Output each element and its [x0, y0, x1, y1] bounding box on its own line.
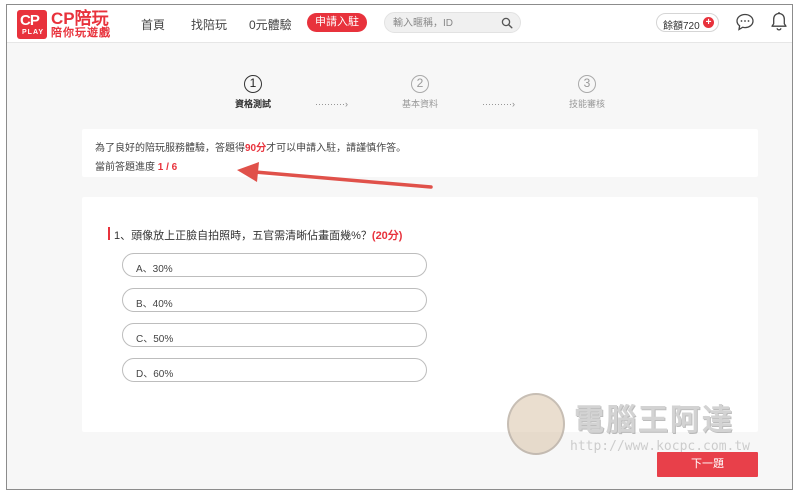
browser-frame: CP PLAY CP陪玩 陪你玩遊戲 首頁 找陪玩 0元體驗 申請入駐 餘額72…	[6, 4, 793, 490]
nav-free-trial[interactable]: 0元體驗	[249, 16, 292, 33]
nav-find-companion[interactable]: 找陪玩	[191, 16, 227, 33]
top-navbar: CP PLAY CP陪玩 陪你玩遊戲 首頁 找陪玩 0元體驗 申請入駐 餘額72…	[7, 5, 792, 43]
step-2-label: 基本資料	[401, 99, 438, 109]
step-connector: ··········›	[482, 99, 515, 109]
step-3-number: 3	[578, 75, 596, 93]
progress-count: 1 / 6	[157, 162, 178, 173]
annotation-arrow	[237, 162, 433, 189]
answer-option-c[interactable]: C、50%	[122, 323, 427, 347]
balance-pill[interactable]: 餘額720 +	[656, 13, 719, 32]
notice-text: 為了良好的陪玩服務體驗，答題得	[95, 143, 245, 154]
question-body: 1、頭像放上正臉自拍照時，五官需清晰佔畫面幾%？	[114, 230, 372, 242]
step-1-number: 1	[244, 75, 262, 93]
answer-option-b[interactable]: B、40%	[122, 288, 427, 312]
add-balance-icon[interactable]: +	[703, 17, 714, 28]
logo-badge-text: CP	[20, 12, 40, 30]
option-label: C、50%	[136, 334, 174, 345]
step-2-number: 2	[411, 75, 429, 93]
answer-option-a[interactable]: A、30%	[122, 253, 427, 277]
question-marker	[108, 227, 110, 240]
logo[interactable]: CP PLAY CP陪玩 陪你玩遊戲	[17, 10, 111, 40]
notice-progress: 當前答題進度 1 / 6	[95, 158, 177, 173]
watermark-title: 電腦王阿達	[574, 404, 734, 437]
next-question-button[interactable]: 下一題	[657, 452, 758, 477]
step-1: 1 資格測試	[223, 75, 283, 110]
logo-title: CP陪玩	[51, 9, 109, 28]
logo-subtitle: 陪你玩遊戲	[51, 26, 111, 39]
logo-text: CP陪玩 陪你玩遊戲	[51, 10, 111, 39]
bell-icon[interactable]	[770, 11, 788, 32]
nav-home[interactable]: 首頁	[141, 16, 165, 33]
notice-text: 才可以申請入駐，請謹慎作答。	[266, 143, 407, 154]
apply-join-button[interactable]: 申請入駐	[307, 13, 367, 32]
question-points: (20分)	[371, 230, 403, 242]
option-label: D、60%	[136, 369, 174, 380]
step-3-label: 技能審核	[568, 99, 605, 109]
logo-badge-sub: PLAY	[22, 29, 45, 37]
notice-requirement: 為了良好的陪玩服務體驗，答題得90分才可以申請入駐，請謹慎作答。	[95, 139, 406, 154]
progress-text: 當前答題進度	[95, 162, 158, 173]
passing-score: 90分	[245, 143, 267, 154]
step-3: 3 技能審核	[557, 75, 617, 110]
site-watermark: 電腦王阿達 http://www.kocpc.com.tw	[502, 385, 772, 460]
option-label: A、30%	[136, 264, 173, 275]
step-connector: ··········›	[315, 99, 348, 109]
search-input[interactable]	[393, 16, 497, 30]
question-text: 1、頭像放上正臉自拍照時，五官需清晰佔畫面幾%？(20分)	[114, 227, 402, 243]
chat-icon[interactable]	[735, 12, 755, 32]
logo-badge: CP PLAY	[17, 10, 47, 40]
progress-steps: 1 資格測試 ··········› 2 基本資料 ··········› 3 …	[7, 75, 792, 115]
search-box	[384, 12, 521, 33]
option-label: B、40%	[136, 299, 173, 310]
step-2: 2 基本資料	[390, 75, 450, 110]
answer-option-d[interactable]: D、60%	[122, 358, 427, 382]
mascot-face-icon	[507, 393, 565, 455]
search-icon[interactable]	[501, 17, 513, 29]
balance-label: 餘額720	[663, 21, 700, 32]
step-1-label: 資格測試	[234, 99, 271, 109]
